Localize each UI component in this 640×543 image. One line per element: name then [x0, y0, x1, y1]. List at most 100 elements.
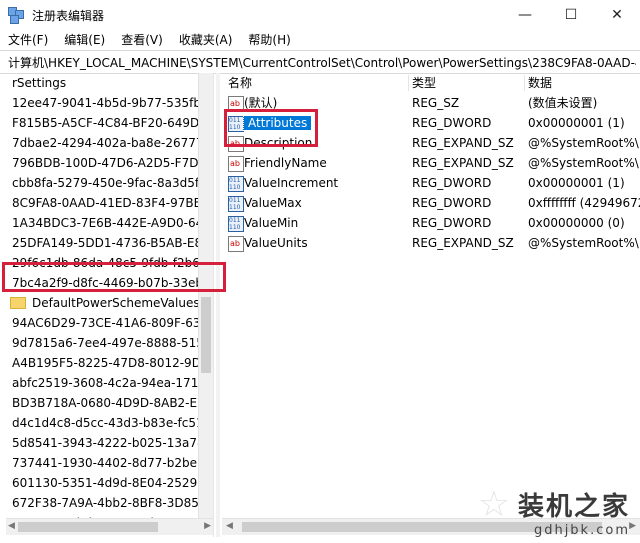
- minimize-button[interactable]: —: [502, 0, 548, 30]
- pane-splitter[interactable]: [216, 73, 220, 537]
- value-type: REG_SZ: [412, 96, 460, 110]
- value-data: @%SystemRoot%\: [528, 136, 639, 150]
- tree-item[interactable]: 25DFA149-5DD1-4736-B5AB-E8A: [6, 233, 206, 253]
- menu-help[interactable]: 帮助(H): [240, 30, 298, 50]
- tree-item[interactable]: 12ee47-9041-4b5d-9b77-535fba8: [6, 93, 206, 113]
- value-data: @%SystemRoot%\: [528, 156, 639, 170]
- value-row[interactable]: Attributes REG_DWORD 0x00000001 (1): [222, 113, 640, 133]
- value-type: REG_DWORD: [412, 116, 492, 130]
- tree-item-label: 12ee47-9041-4b5d-9b77-535fba8: [12, 96, 206, 110]
- maximize-button[interactable]: ☐: [548, 0, 594, 30]
- value-type: REG_EXPAND_SZ: [412, 136, 514, 150]
- column-header-type[interactable]: 类型: [412, 73, 436, 93]
- value-name: Attributes: [242, 113, 313, 133]
- tree-item[interactable]: d4c1d4c8-d5cc-43d3-b83e-fc512: [6, 413, 206, 433]
- tree-item-label: d4c1d4c8-d5cc-43d3-b83e-fc512: [12, 416, 206, 430]
- tree-item-label: 7bc4a2f9-d8fc-4469-b07b-33eb7: [12, 276, 206, 290]
- folder-icon: [10, 296, 26, 309]
- value-name-text: Description: [244, 136, 313, 150]
- value-name: ValueIncrement: [244, 173, 338, 193]
- tree-item-label: 796BDB-100D-47D6-A2D5-F7D2D: [12, 156, 206, 170]
- tree-hscroll-thumb[interactable]: [18, 522, 158, 532]
- tree-item[interactable]: 29f6c1db-86da-48c5-9fdb-f2b67: [6, 253, 206, 273]
- tree-item[interactable]: 94AC6D29-73CE-41A6-809F-6363: [6, 313, 206, 333]
- values-pane: 名称 类型 数据 (默认) REG_SZ (数值未设置) Attributes REG_…: [222, 73, 640, 518]
- value-row[interactable]: FriendlyName REG_EXPAND_SZ @%SystemRoot%\: [222, 153, 640, 173]
- scroll-left-icon[interactable]: ◀: [226, 521, 233, 531]
- value-type: REG_DWORD: [412, 196, 492, 210]
- menu-edit[interactable]: 编辑(E): [56, 30, 113, 50]
- tree-item-label: 9d7815a6-7ee4-497e-8888-515a0: [12, 336, 206, 350]
- value-name-text: ValueIncrement: [244, 176, 339, 190]
- tree-item[interactable]: 1A34BDC3-7E6B-442E-A9D0-64B: [6, 213, 206, 233]
- value-data: 0x00000001 (1): [528, 176, 625, 190]
- tree-item-label: BD3B718A-0680-4D9D-8AB2-E1D: [12, 396, 206, 410]
- address-bar[interactable]: 计算机\HKEY_LOCAL_MACHINE\SYSTEM\CurrentCon…: [0, 50, 640, 74]
- address-path[interactable]: 计算机\HKEY_LOCAL_MACHINE\SYSTEM\CurrentCon…: [8, 54, 636, 71]
- tree-item[interactable]: 672F38-7A9A-4bb2-8BF8-3D85BE: [6, 493, 206, 513]
- value-row[interactable]: ValueUnits REG_EXPAND_SZ @%SystemRoot%\: [222, 233, 640, 253]
- tree-item[interactable]: 5d8541-3943-4222-b025-13a784f: [6, 433, 206, 453]
- tree-item[interactable]: DefaultPowerSchemeValues: [6, 293, 206, 313]
- key-tree: rSettings 12ee47-9041-4b5d-9b77-535fba8 F8…: [6, 73, 206, 533]
- value-row[interactable]: ValueMax REG_DWORD 0xffffffff (42949672: [222, 193, 640, 213]
- tree-item[interactable]: 9d7815a6-7ee4-497e-8888-515a0: [6, 333, 206, 353]
- site-watermark: ☆ 装机之家 gdhjbk.com: [478, 484, 630, 538]
- close-button[interactable]: ✕: [594, 0, 640, 30]
- menu-view[interactable]: 查看(V): [113, 30, 171, 50]
- column-header-data[interactable]: 数据: [528, 73, 552, 93]
- value-name-text: ValueMax: [244, 196, 302, 210]
- window-title: 注册表编辑器: [32, 8, 105, 23]
- tree-item[interactable]: F815B5-A5CF-4C84-BF20-649D1F: [6, 113, 206, 133]
- tree-vertical-scrollbar[interactable]: [198, 73, 213, 519]
- column-header-name[interactable]: 名称: [228, 73, 252, 93]
- tree-item-label: 1A34BDC3-7E6B-442E-A9D0-64B: [12, 216, 206, 230]
- value-name-text: Attributes: [242, 115, 313, 131]
- string-value-icon: [228, 156, 244, 172]
- binary-value-icon: [228, 196, 244, 212]
- watermark-url: gdhjbk.com: [533, 523, 630, 538]
- value-row[interactable]: ValueIncrement REG_DWORD 0x00000001 (1): [222, 173, 640, 193]
- scroll-right-icon[interactable]: ▶: [629, 521, 636, 531]
- tree-horizontal-scrollbar[interactable]: ◀ ▶: [6, 518, 213, 535]
- tree-item-label: A4B195F5-8225-47D8-8012-9D41: [12, 356, 206, 370]
- value-row[interactable]: (默认) REG_SZ (数值未设置): [222, 93, 640, 113]
- tree-item[interactable]: 796BDB-100D-47D6-A2D5-F7D2D: [6, 153, 206, 173]
- value-row[interactable]: Description REG_EXPAND_SZ @%SystemRoot%\: [222, 133, 640, 153]
- tree-item[interactable]: rSettings: [6, 73, 206, 93]
- value-data: (数值未设置): [528, 96, 598, 110]
- value-name: (默认): [244, 93, 277, 113]
- tree-item[interactable]: 7dbae2-4294-402a-ba8e-26777e8: [6, 133, 206, 153]
- string-value-icon: [228, 136, 244, 152]
- value-type: REG_EXPAND_SZ: [412, 156, 514, 170]
- tree-item-label: abfc2519-3608-4c2a-94ea-171b0: [12, 376, 206, 390]
- string-value-icon: [228, 96, 244, 112]
- tree-item[interactable]: BD3B718A-0680-4D9D-8AB2-E1D: [6, 393, 206, 413]
- title-bar: 注册表编辑器 — ☐ ✕: [0, 0, 640, 30]
- tree-scroll-thumb[interactable]: [201, 297, 211, 373]
- registry-app-icon: [8, 7, 24, 24]
- scroll-left-icon[interactable]: ◀: [8, 521, 15, 531]
- value-row[interactable]: ValueMin REG_DWORD 0x00000000 (0): [222, 213, 640, 233]
- value-name-text: (默认): [244, 96, 278, 110]
- menu-favorites[interactable]: 收藏夹(A): [171, 30, 241, 50]
- tree-item[interactable]: 7bc4a2f9-d8fc-4469-b07b-33eb7: [6, 273, 206, 293]
- tree-item[interactable]: 8C9FA8-0AAD-41ED-83F4-97BE24: [6, 193, 206, 213]
- value-name-text: ValueMin: [244, 216, 299, 230]
- tree-item-label: 8C9FA8-0AAD-41ED-83F4-97BE24: [12, 196, 206, 210]
- tree-item[interactable]: cbb8fa-5279-450e-9fac-8a3d5fed: [6, 173, 206, 193]
- tree-item[interactable]: abfc2519-3608-4c2a-94ea-171b0: [6, 373, 206, 393]
- binary-value-icon: [228, 216, 244, 232]
- star-icon: ☆: [477, 484, 510, 525]
- menu-file[interactable]: 文件(F): [0, 30, 56, 50]
- tree-item[interactable]: 737441-1930-4402-8d77-b2bebba: [6, 453, 206, 473]
- value-name-text: FriendlyName: [244, 156, 327, 170]
- tree-item[interactable]: 601130-5351-4d9d-8E04-252966E: [6, 473, 206, 493]
- binary-value-icon: [228, 176, 244, 192]
- value-type: REG_DWORD: [412, 216, 492, 230]
- tree-item-label: F815B5-A5CF-4C84-BF20-649D1F: [12, 116, 206, 130]
- scroll-right-icon[interactable]: ▶: [204, 521, 211, 531]
- value-data: 0x00000000 (0): [528, 216, 625, 230]
- tree-item[interactable]: A4B195F5-8225-47D8-8012-9D41: [6, 353, 206, 373]
- tree-item-label: 7dbae2-4294-402a-ba8e-26777e8: [12, 136, 206, 150]
